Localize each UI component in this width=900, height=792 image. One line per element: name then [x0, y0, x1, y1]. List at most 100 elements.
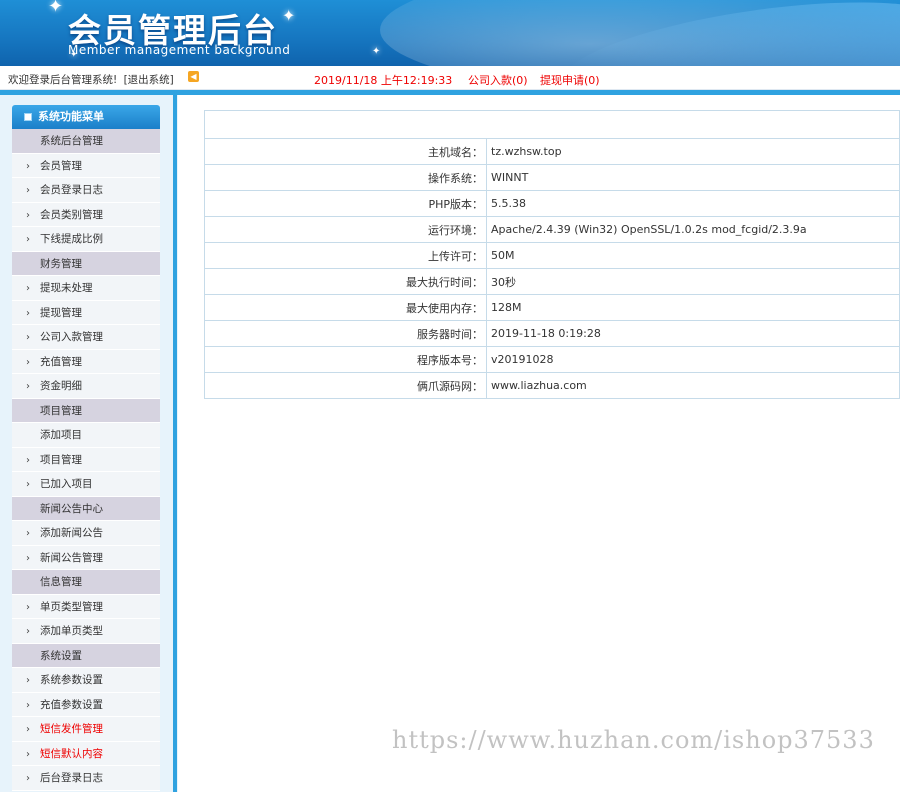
- menu-category[interactable]: 财务管理: [12, 251, 160, 276]
- sidebar-item-label: 短信发件管理: [40, 723, 103, 735]
- info-key: 主机域名：: [204, 138, 487, 165]
- welcome-message: 欢迎登录后台管理系统!: [8, 74, 118, 86]
- sidebar-item[interactable]: › 项目管理: [12, 447, 160, 472]
- sidebar-item[interactable]: › 下线提成比例: [12, 227, 160, 252]
- sidebar-item[interactable]: › 短信发件管理: [12, 717, 160, 742]
- chevron-right-icon: ›: [26, 185, 30, 196]
- info-key: 上传许可：: [204, 242, 487, 269]
- sidebar-item[interactable]: › 提现未处理: [12, 276, 160, 301]
- sidebar-item-label: 资金明细: [40, 380, 82, 392]
- sidebar-item[interactable]: › 单页类型管理: [12, 594, 160, 619]
- sidebar-item[interactable]: › 会员登录日志: [12, 178, 160, 203]
- sidebar-item-label: 项目管理: [40, 453, 82, 466]
- menu-category[interactable]: 系统后台管理: [12, 129, 160, 154]
- sidebar-item-label: 添加新闻公告: [40, 527, 103, 539]
- table-row: 服务器时间： 2019-11-18 0:19:28: [204, 320, 900, 347]
- app-subtitle: Member management background: [68, 43, 291, 57]
- sidebar-item-label: 短信默认内容: [40, 747, 103, 760]
- sidebar-item[interactable]: › 公司入款管理: [12, 325, 160, 350]
- chevron-right-icon: ›: [26, 307, 30, 319]
- sidebar-item-label: 提现管理: [40, 306, 82, 319]
- sidebar-item[interactable]: › 会员管理: [12, 153, 160, 178]
- info-key: 最大执行时间：: [204, 268, 487, 295]
- logout-link[interactable]: [退出系统]: [124, 74, 174, 86]
- sidebar-item-label: 系统参数设置: [40, 674, 103, 686]
- sidebar-item-label: 已加入项目: [40, 478, 93, 490]
- info-value: 30秒: [486, 268, 900, 295]
- sparkle-icon: ✦: [282, 6, 296, 25]
- chevron-right-icon: ›: [26, 209, 30, 221]
- info-value: 2019-11-18 0:19:28: [486, 320, 900, 347]
- info-value: Apache/2.4.39 (Win32) OpenSSL/1.0.2s mod…: [486, 216, 900, 243]
- info-key: 最大使用内存：: [204, 294, 487, 321]
- chevron-right-icon: ›: [26, 601, 30, 613]
- sidebar-item[interactable]: › 短信默认内容: [12, 741, 160, 766]
- info-value: WINNT: [486, 164, 900, 191]
- table-header-cell: [204, 110, 900, 139]
- sound-icon[interactable]: ◀: [188, 71, 199, 82]
- menu-category[interactable]: 新闻公告中心: [12, 496, 160, 521]
- server-info-table: 主机域名： tz.wzhsw.top 操作系统： WINNT PHP版本： 5.5.38 运…: [204, 110, 900, 399]
- sidebar-item-label: 添加单页类型: [40, 625, 103, 637]
- current-datetime: 2019/11/18 上午12:19:33: [314, 74, 453, 87]
- info-value: www.liazhua.com: [486, 372, 900, 399]
- menu-category[interactable]: 信息管理: [12, 570, 160, 595]
- menu-category[interactable]: 系统设置: [12, 643, 160, 668]
- sidebar-item[interactable]: › 已加入项目: [12, 472, 160, 497]
- table-row: 程序版本号： v20191028: [204, 346, 900, 373]
- sidebar-item-label: 充值管理: [40, 355, 82, 368]
- table-row: 主机域名： tz.wzhsw.top: [204, 138, 900, 165]
- menu-category[interactable]: 项目管理: [12, 398, 160, 423]
- sidebar-item-label: 会员类别管理: [40, 208, 103, 221]
- sparkle-icon: ✦: [372, 46, 381, 57]
- sparkle-icon: ✦: [48, 0, 64, 17]
- sidebar-item-label: 添加项目: [40, 429, 82, 441]
- table-row: 上传许可： 50M: [204, 242, 900, 269]
- table-row: 最大执行时间： 30秒: [204, 268, 900, 295]
- sidebar-item[interactable]: › 添加单页类型: [12, 619, 160, 644]
- chevron-right-icon: ›: [26, 773, 30, 784]
- chevron-right-icon: ›: [26, 283, 30, 294]
- company-deposit-link[interactable]: 公司入款(0): [468, 72, 528, 88]
- sidebar-item[interactable]: › 充值管理: [12, 349, 160, 374]
- table-row: 运行环境： Apache/2.4.39 (Win32) OpenSSL/1.0.2…: [204, 216, 900, 243]
- table-row: PHP版本： 5.5.38: [204, 190, 900, 217]
- sidebar-item[interactable]: › 会员类别管理: [12, 202, 160, 227]
- sidebar-item-label: 新闻公告管理: [40, 551, 103, 564]
- sidebar-item-label: 后台登录日志: [40, 772, 103, 784]
- top-info-bar: 欢迎登录后台管理系统! [退出系统] ◀ 2019/11/18 上午12:19:…: [0, 66, 900, 90]
- chevron-right-icon: ›: [26, 626, 30, 637]
- sidebar-item[interactable]: › 充值参数设置: [12, 692, 160, 717]
- chevron-right-icon: ›: [26, 699, 30, 711]
- sidebar-item[interactable]: › 后台登录日志: [12, 766, 160, 791]
- sidebar: 系统功能菜单 系统后台管理 › 会员管理 › 会员登录日志 › 会员类别管理 › 下线提成比例财…: [0, 95, 178, 792]
- info-key: 操作系统：: [204, 164, 487, 191]
- sidebar-item-label: 单页类型管理: [40, 600, 103, 613]
- sidebar-item[interactable]: › 提现管理: [12, 300, 160, 325]
- sidebar-item[interactable]: › 添加新闻公告: [12, 521, 160, 546]
- sidebar-item[interactable]: › 新闻公告管理: [12, 545, 160, 570]
- info-key: 俩爪源码网：: [204, 372, 487, 399]
- chevron-right-icon: ›: [26, 381, 30, 392]
- info-key: 服务器时间：: [204, 320, 487, 347]
- welcome-text: 欢迎登录后台管理系统! [退出系统]: [8, 72, 174, 87]
- info-value: 128M: [486, 294, 900, 321]
- withdraw-request-link[interactable]: 提现申请(0): [540, 72, 600, 88]
- sidebar-item-label: 会员登录日志: [40, 184, 103, 196]
- sidebar-item[interactable]: › 资金明细: [12, 374, 160, 399]
- chevron-right-icon: ›: [26, 528, 30, 539]
- chevron-right-icon: ›: [26, 748, 30, 760]
- info-value: 5.5.38: [486, 190, 900, 217]
- table-row: 俩爪源码网： www.liazhua.com: [204, 372, 900, 399]
- sidebar-item[interactable]: 添加项目: [12, 423, 160, 448]
- sidebar-item[interactable]: › 系统参数设置: [12, 668, 160, 693]
- sidebar-item-label: 提现未处理: [40, 282, 93, 294]
- table-row: 操作系统： WINNT: [204, 164, 900, 191]
- menu-list: 系统后台管理 › 会员管理 › 会员登录日志 › 会员类别管理 › 下线提成比例 财务管理 › 提现未…: [12, 129, 160, 791]
- info-key: 运行环境：: [204, 216, 487, 243]
- info-value: v20191028: [486, 346, 900, 373]
- info-value: 50M: [486, 242, 900, 269]
- info-value: tz.wzhsw.top: [486, 138, 900, 165]
- table-header-row: [204, 110, 900, 139]
- server-info-panel: 主机域名： tz.wzhsw.top 操作系统： WINNT PHP版本： 5.5.38 运…: [204, 110, 900, 399]
